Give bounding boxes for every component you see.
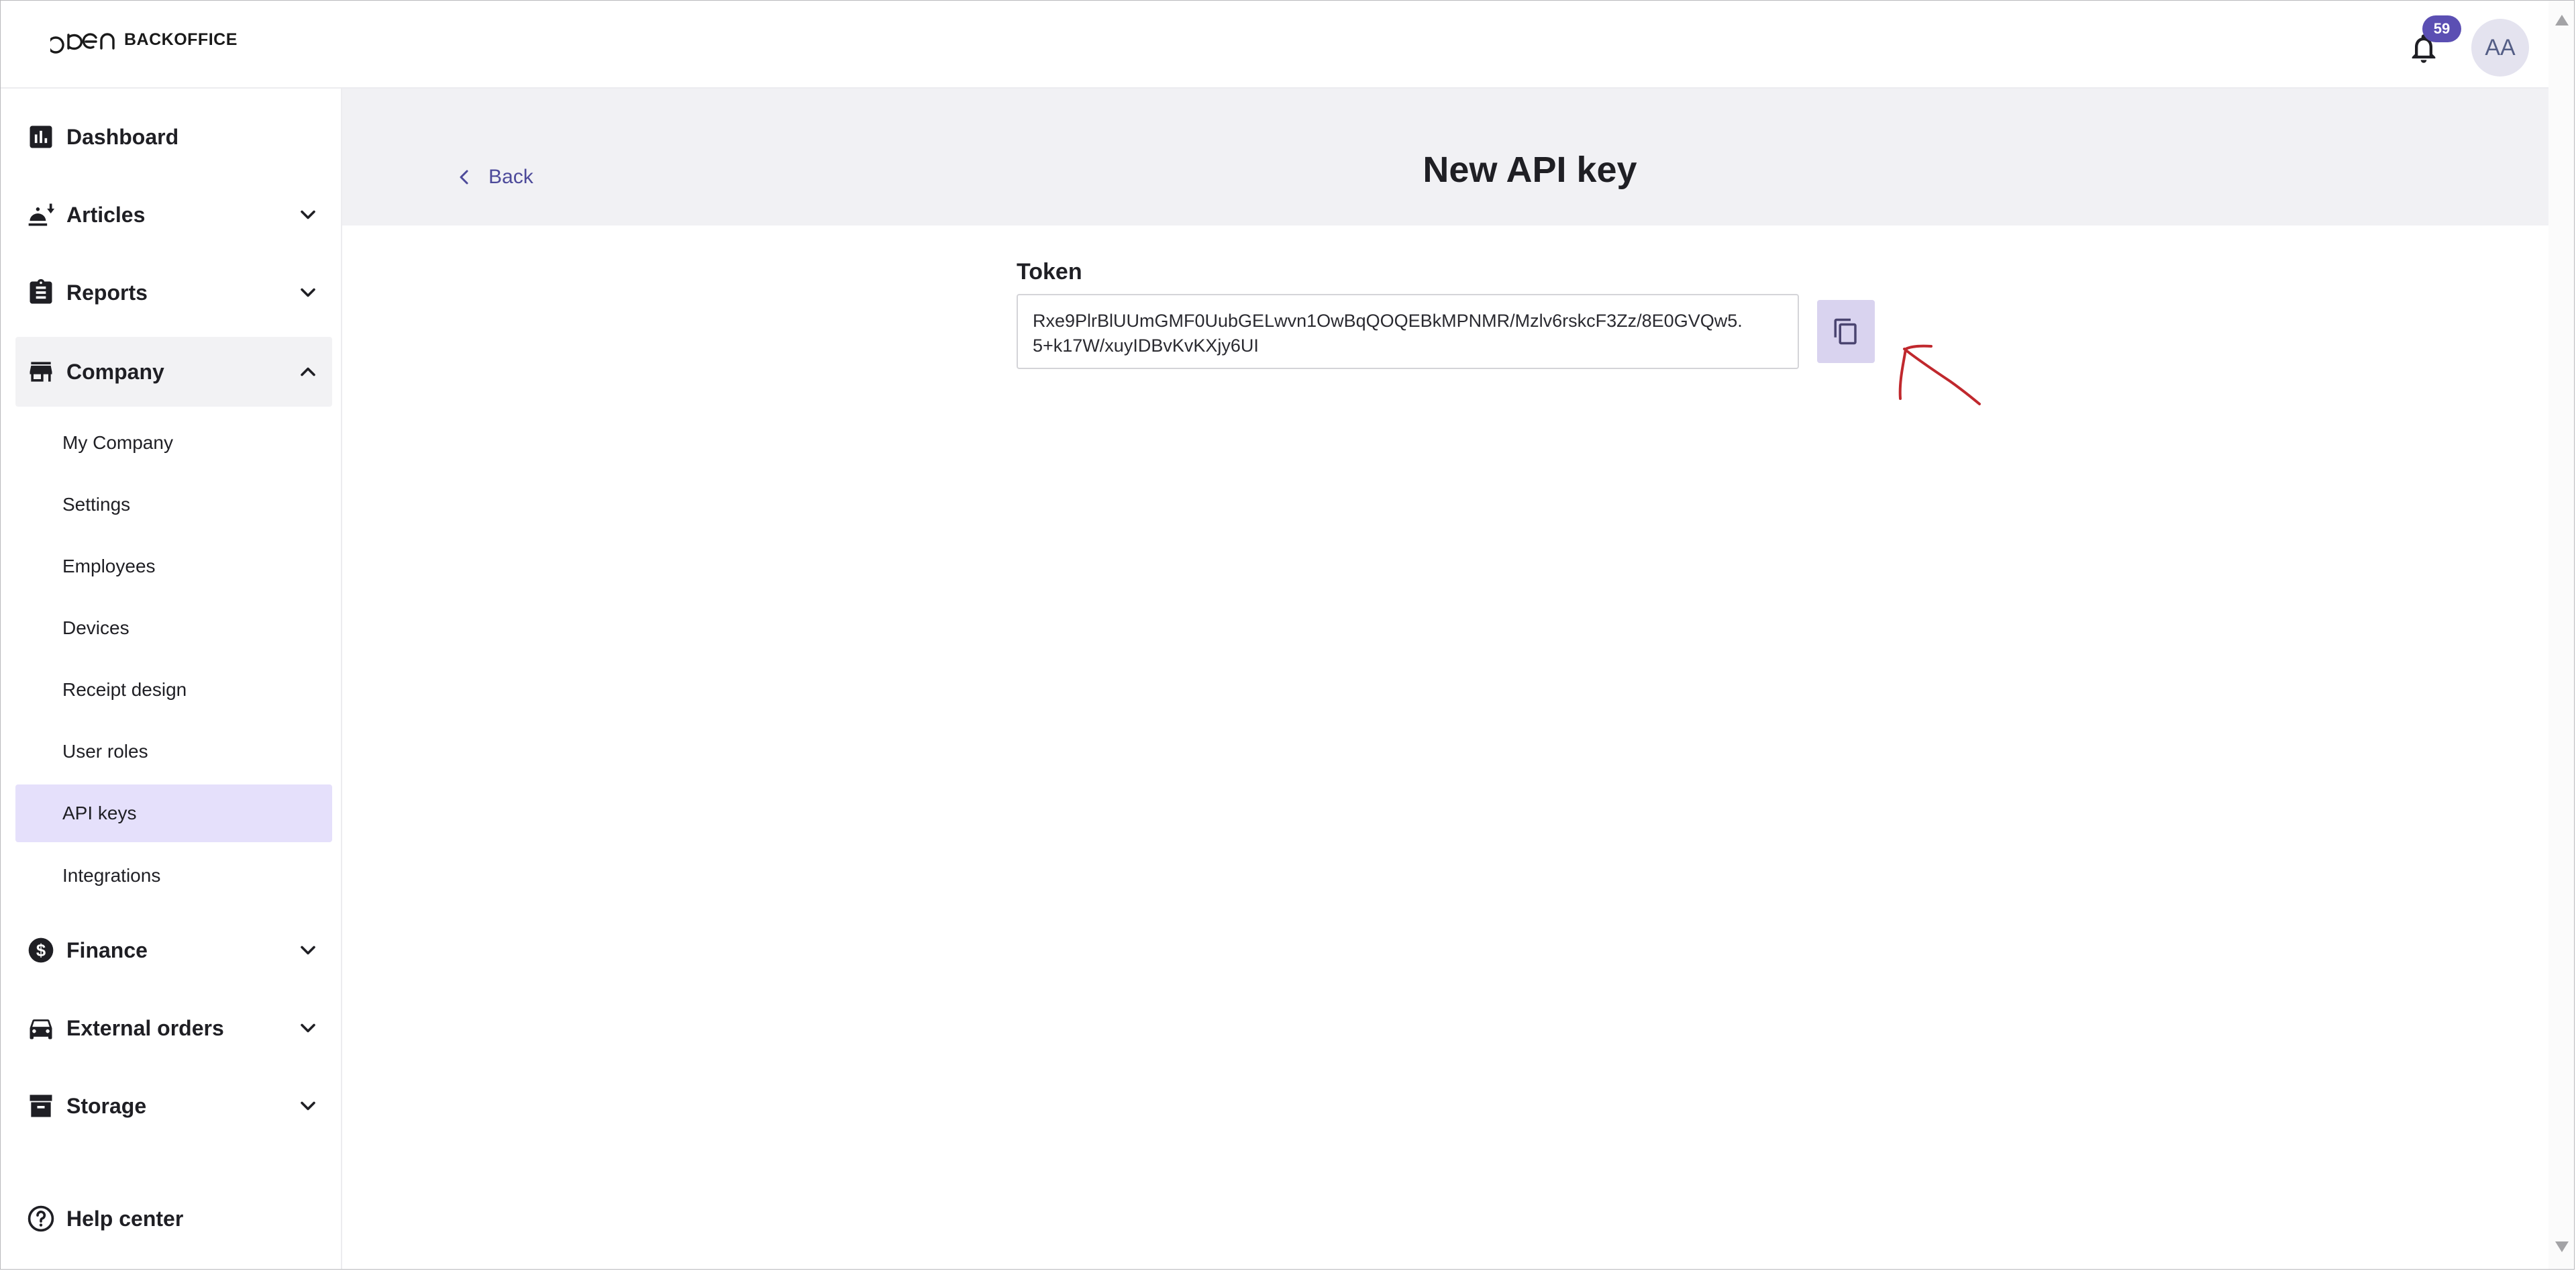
help-center-label: Help center — [66, 1206, 184, 1231]
sidebar-subitem-label: My Company — [62, 432, 173, 453]
chevron-down-icon — [301, 1101, 315, 1111]
sidebar-item-external-orders[interactable]: External orders — [15, 993, 332, 1063]
sidebar-item-label: Storage — [66, 1093, 147, 1118]
user-avatar[interactable]: AA — [2471, 19, 2529, 77]
sidebar-subitem-label: API keys — [62, 803, 137, 823]
page-title: New API key — [1423, 150, 1637, 190]
chevron-up-icon — [301, 367, 315, 376]
sidebar-subitem-label: User roles — [62, 741, 148, 762]
hand-drawn-arrow-annotation — [1898, 344, 1981, 405]
sidebar-subitem-settings[interactable]: Settings — [15, 476, 332, 533]
sidebar-subitem-label: Integrations — [62, 865, 161, 886]
sidebar-subitem-devices[interactable]: Devices — [15, 599, 332, 657]
token-field[interactable]: Rxe9PlrBlUUmGMF0UubGELwvn1OwBqQOQEBkMPNM… — [1017, 294, 1799, 369]
sidebar-item-company[interactable]: Company — [15, 337, 332, 407]
sidebar-subitem-my-company[interactable]: My Company — [15, 414, 332, 472]
sidebar-subitem-api-keys[interactable]: API keys — [15, 784, 332, 842]
chevron-down-icon — [301, 288, 315, 297]
scroll-up-arrow-icon[interactable] — [2555, 15, 2569, 26]
sidebar-item-finance[interactable]: $ Finance — [15, 915, 332, 985]
token-label: Token — [1017, 259, 1082, 285]
sidebar-item-label: Finance — [66, 937, 148, 962]
chevron-down-icon — [301, 210, 315, 219]
sidebar-subitem-label: Receipt design — [62, 679, 187, 700]
archive-icon — [30, 1095, 52, 1117]
back-button[interactable]: Back — [456, 162, 533, 192]
sidebar-subitem-user-roles[interactable]: User roles — [15, 723, 332, 780]
sidebar-subitem-integrations[interactable]: Integrations — [15, 847, 332, 905]
copy-token-button[interactable] — [1817, 300, 1875, 363]
chevron-left-icon — [460, 170, 468, 185]
sidebar-item-label: Dashboard — [66, 124, 179, 149]
chevron-down-icon — [301, 946, 315, 955]
back-label: Back — [488, 166, 533, 188]
sidebar-item-articles[interactable]: Articles — [15, 180, 332, 250]
svg-text:$: $ — [36, 942, 46, 960]
sidebar-subitem-label: Settings — [62, 494, 131, 515]
store-icon — [30, 362, 52, 382]
sidebar-item-label: Company — [66, 359, 164, 384]
sidebar-item-storage[interactable]: Storage — [15, 1071, 332, 1141]
sidebar-item-label: External orders — [66, 1015, 224, 1040]
help-circle-icon — [28, 1205, 54, 1232]
sidebar-subitem-receipt-design[interactable]: Receipt design — [15, 661, 332, 719]
articles-icon — [28, 203, 55, 226]
logo-text: BACKOFFICE — [124, 30, 238, 49]
help-center-link[interactable]: Help center — [15, 1184, 332, 1254]
sidebar-item-label: Articles — [66, 202, 146, 227]
top-bar: BACKOFFICE 59 AA — [0, 0, 2548, 89]
sidebar-subitem-label: Devices — [62, 617, 130, 638]
vertical-scrollbar[interactable] — [2548, 0, 2575, 1270]
sidebar-item-dashboard[interactable]: Dashboard — [15, 102, 332, 172]
sidebar-item-label: Reports — [66, 280, 148, 305]
chevron-down-icon — [301, 1023, 315, 1033]
sidebar-item-reports[interactable]: Reports — [15, 258, 332, 327]
clipboard-icon — [30, 278, 52, 304]
logo-mark-icon — [50, 33, 115, 54]
bar-chart-icon — [30, 125, 52, 148]
car-icon — [30, 1019, 52, 1039]
app-logo[interactable]: BACKOFFICE — [50, 26, 238, 59]
notification-count-badge: 59 — [2422, 15, 2461, 42]
scroll-down-arrow-icon[interactable] — [2555, 1241, 2569, 1252]
dollar-icon: $ — [28, 937, 54, 963]
copy-icon — [1834, 318, 1857, 345]
sidebar-subitem-employees[interactable]: Employees — [15, 538, 332, 595]
sidebar-subitem-label: Employees — [62, 556, 156, 576]
